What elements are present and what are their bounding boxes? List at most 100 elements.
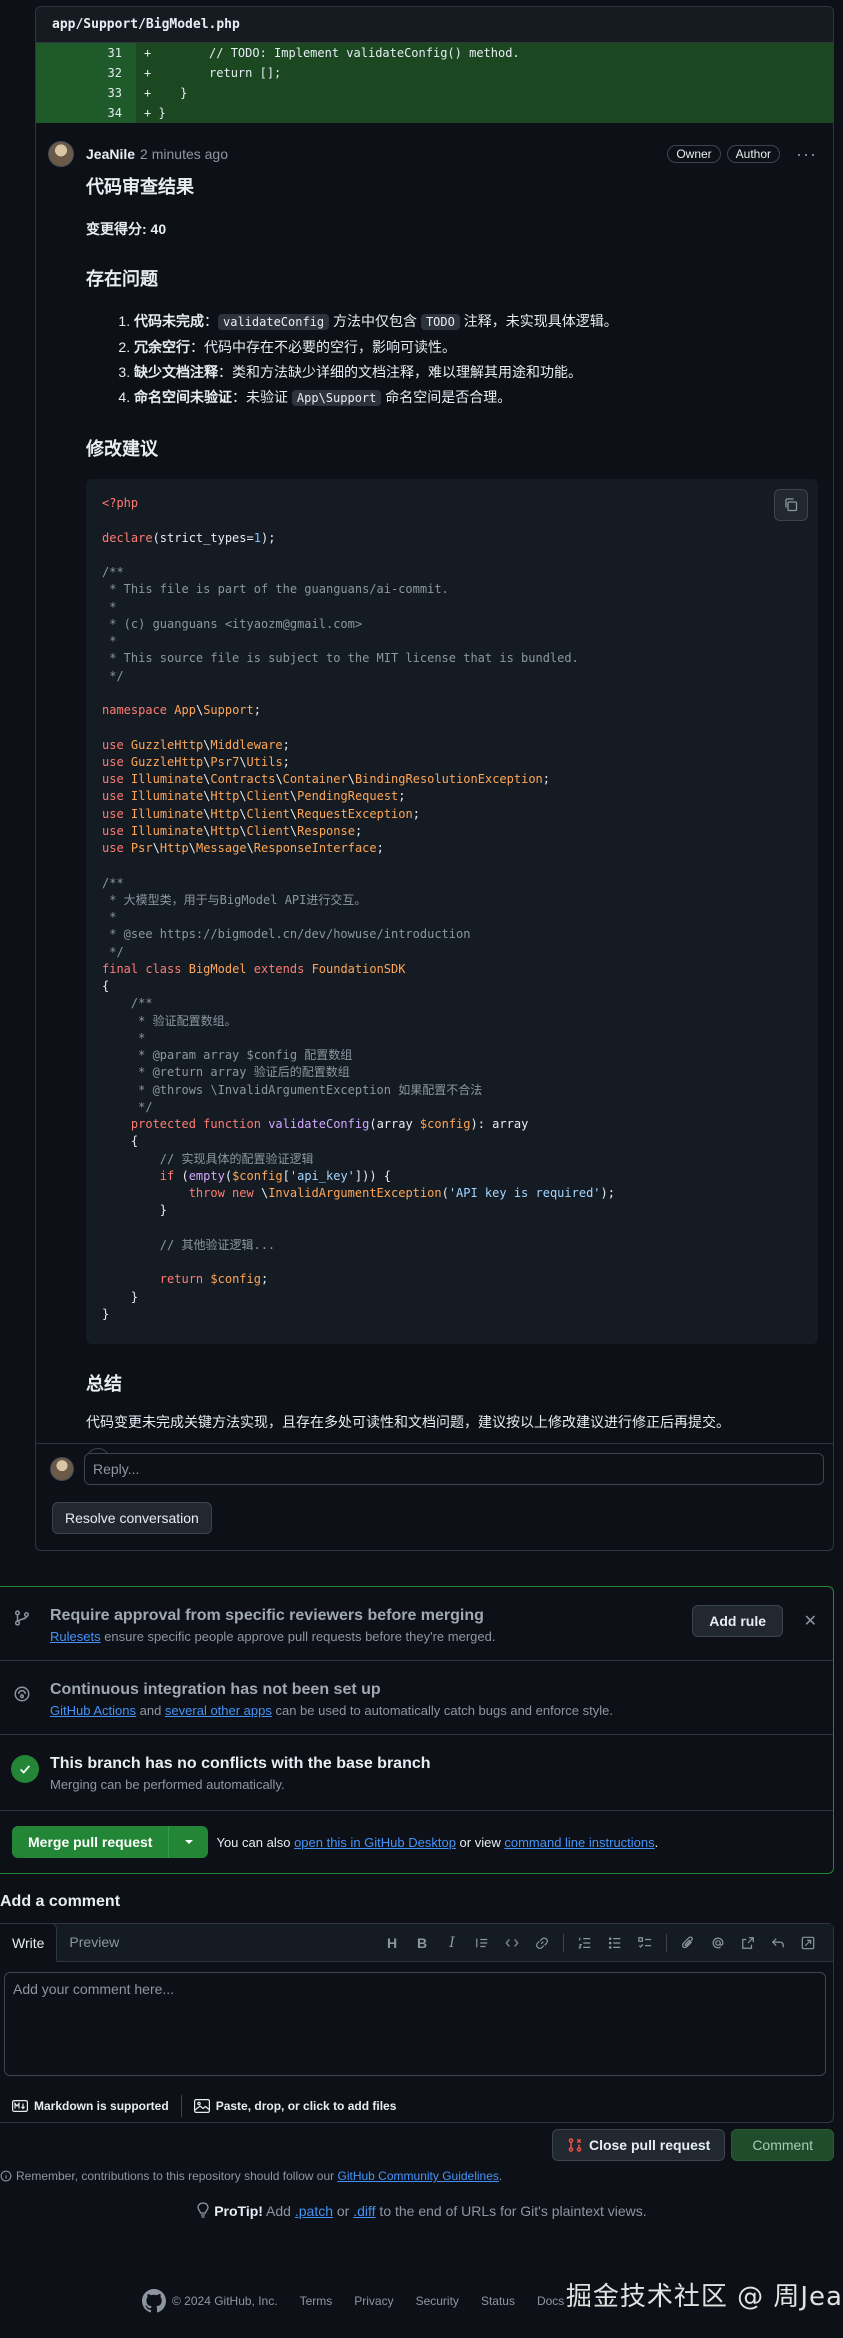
line-code: + } xyxy=(144,86,188,100)
footer-link-status[interactable]: Status xyxy=(481,2294,515,2308)
list-item: 命名空间未验证：未验证 App\Support 命名空间是否合理。 xyxy=(134,385,817,411)
score-label: 变更得分: 40 xyxy=(86,221,167,237)
merge-button-label[interactable]: Merge pull request xyxy=(12,1826,168,1858)
task-list-icon[interactable] xyxy=(630,1924,660,1962)
diff-line: 34 + } xyxy=(36,103,833,123)
github-actions-link[interactable]: GitHub Actions xyxy=(50,1703,136,1718)
conflict-title: This branch has no conflicts with the ba… xyxy=(50,1755,431,1772)
other-apps-link[interactable]: several other apps xyxy=(165,1703,272,1718)
avatar xyxy=(50,1456,74,1481)
line-code: + } xyxy=(144,106,166,120)
image-icon xyxy=(193,2099,210,2113)
code-block: <?php declare(strict_types=1); /** * Thi… xyxy=(86,479,818,1344)
reply-input[interactable]: Reply... xyxy=(84,1452,824,1485)
conflict-section: This branch has no conflicts with the ba… xyxy=(0,1735,833,1811)
unordered-list-icon[interactable] xyxy=(600,1924,630,1962)
list-item: 缺少文档注释：类和方法缺少详细的文档注释，难以理解其用途和功能。 xyxy=(134,360,817,385)
footer: © 2024 GitHub, Inc. Terms Privacy Securi… xyxy=(142,2289,564,2313)
author-badge: Author xyxy=(726,145,781,163)
markdown-note[interactable]: Markdown is supported xyxy=(0,2099,181,2113)
list-item: 代码未完成：validateConfig 方法中仅包含 TODO 注释，未实现具… xyxy=(134,309,817,335)
heading-icon[interactable]: H xyxy=(377,1924,407,1962)
github-desktop-link[interactable]: open this in GitHub Desktop xyxy=(294,1835,456,1850)
link-icon[interactable] xyxy=(527,1924,557,1962)
comment-textarea[interactable]: Add your comment here... xyxy=(4,1972,826,2076)
line-number[interactable]: 34 xyxy=(36,103,136,123)
reply-icon[interactable] xyxy=(763,1924,793,1962)
light-bulb-icon xyxy=(197,2202,209,2218)
diff-link[interactable]: .diff xyxy=(353,2203,375,2219)
quote-icon[interactable] xyxy=(467,1924,497,1962)
review-comment: JeaNile 2 minutes ago Owner Author ··· 代… xyxy=(36,123,833,1472)
line-number[interactable]: 32 xyxy=(36,63,136,83)
italic-icon[interactable]: I xyxy=(437,1924,467,1962)
approval-section: Require approval from specific reviewers… xyxy=(0,1587,833,1661)
owner-badge: Owner xyxy=(667,145,721,163)
resolve-conversation-button[interactable]: Resolve conversation xyxy=(52,1502,212,1534)
conflict-text: Merging can be performed automatically. xyxy=(50,1777,285,1792)
community-guidelines-link[interactable]: GitHub Community Guidelines xyxy=(338,2169,499,2183)
tab-write[interactable]: Write xyxy=(0,1923,58,1962)
avatar[interactable] xyxy=(48,141,74,167)
merge-options-dropdown[interactable] xyxy=(168,1826,208,1858)
footer-link-privacy[interactable]: Privacy xyxy=(354,2294,393,2308)
add-files-note[interactable]: Paste, drop, or click to add files xyxy=(182,2099,409,2113)
patch-link[interactable]: .patch xyxy=(295,2203,333,2219)
comment-button[interactable]: Comment xyxy=(731,2129,834,2161)
info-icon xyxy=(0,2170,12,2182)
branch-rule-icon xyxy=(14,1610,30,1626)
cli-instructions-link[interactable]: command line instructions xyxy=(504,1835,654,1850)
footer-link-terms[interactable]: Terms xyxy=(300,2294,333,2308)
markdown-toolbar: H B I xyxy=(377,1924,823,1962)
add-comment-title: Add a comment xyxy=(0,1893,121,1910)
merge-pull-request-button[interactable]: Merge pull request xyxy=(12,1826,209,1858)
diff-line: 32 + return []; xyxy=(36,63,833,83)
diff-lines: 31 + // TODO: Implement validateConfig() … xyxy=(36,43,833,123)
guidelines-note: Remember, contributions to this reposito… xyxy=(0,2169,502,2183)
diff-line: 33 + } xyxy=(36,83,833,103)
cross-reference-icon[interactable] xyxy=(733,1924,763,1962)
line-number[interactable]: 33 xyxy=(36,83,136,103)
merge-box: Require approval from specific reviewers… xyxy=(0,1586,834,1874)
suggest-heading: 修改建议 xyxy=(86,439,158,459)
summary-text: 代码变更未完成关键方法实现，且存在多处可读性和文档问题，建议按以上修改建议进行修… xyxy=(86,1414,730,1430)
footer-link-docs[interactable]: Docs xyxy=(537,2294,564,2308)
more-options-icon[interactable]: ··· xyxy=(796,144,817,165)
close-pull-request-button[interactable]: Close pull request xyxy=(551,2129,726,2161)
rulesets-link[interactable]: Rulesets xyxy=(50,1629,101,1644)
bold-icon[interactable]: B xyxy=(407,1924,437,1962)
protip: ProTip! Add .patch or .diff to the end o… xyxy=(0,2202,843,2219)
code-content: <?php declare(strict_types=1); /** * Thi… xyxy=(102,496,615,1321)
issues-heading: 存在问题 xyxy=(86,269,158,289)
ordered-list-icon[interactable] xyxy=(570,1924,600,1962)
review-heading: 代码审查结果 xyxy=(86,177,194,197)
diff-line: 31 + // TODO: Implement validateConfig() … xyxy=(36,43,833,63)
line-number[interactable]: 31 xyxy=(36,43,136,63)
file-path[interactable]: app/Support/BigModel.php xyxy=(36,7,833,43)
comment-editor: Write Preview H B I Add your comment her… xyxy=(0,1923,834,2123)
footer-link-security[interactable]: Security xyxy=(416,2294,459,2308)
copy-button[interactable] xyxy=(774,489,808,521)
mention-icon[interactable] xyxy=(703,1924,733,1962)
merge-actions: Merge pull request You can also open thi… xyxy=(0,1811,833,1873)
copy-icon xyxy=(785,498,798,512)
close-icon[interactable]: ✕ xyxy=(804,1611,817,1631)
ci-section: Continuous integration has not been set … xyxy=(0,1661,833,1735)
fullscreen-icon[interactable] xyxy=(793,1924,823,1962)
add-rule-button[interactable]: Add rule xyxy=(692,1605,783,1637)
reply-row: Reply... xyxy=(36,1443,833,1493)
tab-preview[interactable]: Preview xyxy=(57,1923,131,1961)
line-code: + return []; xyxy=(144,66,282,80)
github-logo-icon[interactable] xyxy=(142,2289,166,2313)
comment-time[interactable]: 2 minutes ago xyxy=(140,146,228,162)
comment-actions: Close pull request Comment xyxy=(551,2129,834,2161)
check-circle-icon xyxy=(11,1755,39,1783)
watermark: 掘金技术社区 @ 周Jea xyxy=(565,2282,843,2312)
attach-icon[interactable] xyxy=(673,1924,703,1962)
summary-heading: 总结 xyxy=(86,1374,122,1394)
triangle-down-icon xyxy=(184,1840,193,1844)
comment-author[interactable]: JeaNile xyxy=(86,146,135,162)
code-icon[interactable] xyxy=(497,1924,527,1962)
ci-icon xyxy=(14,1686,30,1702)
markdown-icon xyxy=(12,2100,28,2112)
